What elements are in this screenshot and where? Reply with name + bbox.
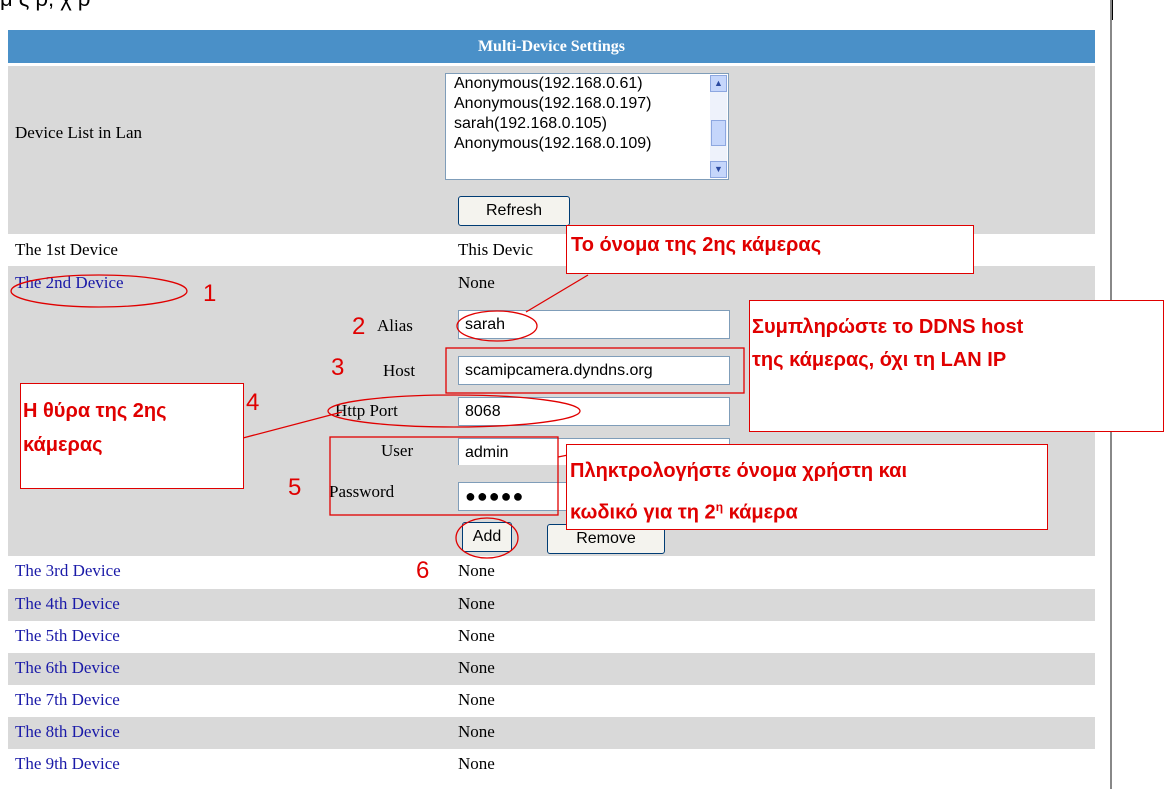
callout-user-line2-post: κάμερα [723,501,798,524]
callout-ddns-host: Συμπληρώστε το DDNS host της κάμερας, όχ… [749,300,1164,432]
highlight-http-port [327,394,581,428]
step-number-6: 6 [416,557,430,584]
callout-ddns-line1: Συμπληρώστε το DDNS host [752,316,1024,338]
step-number-4: 4 [246,389,260,416]
highlight-add [455,517,519,559]
callout-port-line1: Η θύρα της 2ης [23,400,167,422]
callout-ddns-line2: της κάμερας, όχι τη LAN IP [752,349,1007,371]
step-number-5: 5 [288,474,302,501]
callout-user-superscript: η [715,500,724,514]
callout-user-line1: Πληκτρολογήστε όνομα χρήστη και [570,460,908,482]
callout-user-line2: κωδικό για τη 2η κάμερα [570,489,1047,531]
step-number-3: 3 [331,354,345,381]
callout-camera-name: Το όνομα της 2ης κάμερας [566,225,974,274]
callout-user-line2-pre: κωδικό για τη 2 [570,501,716,524]
callout-camera-name-text: Το όνομα της 2ης κάμερας [571,234,822,256]
callout-port-line2: κάμερας [23,434,103,456]
highlight-user-password [329,436,559,516]
callout-http-port: Η θύρα της 2ης κάμερας [20,383,244,489]
highlight-2nd-device [10,274,188,308]
step-number-2: 2 [352,313,366,340]
callout-user-password: Πληκτρολογήστε όνομα χρήστη και κωδικό γ… [566,444,1048,530]
connector-name [525,274,589,313]
highlight-host [445,347,745,394]
step-number-1: 1 [203,280,217,307]
highlight-alias [456,310,538,342]
